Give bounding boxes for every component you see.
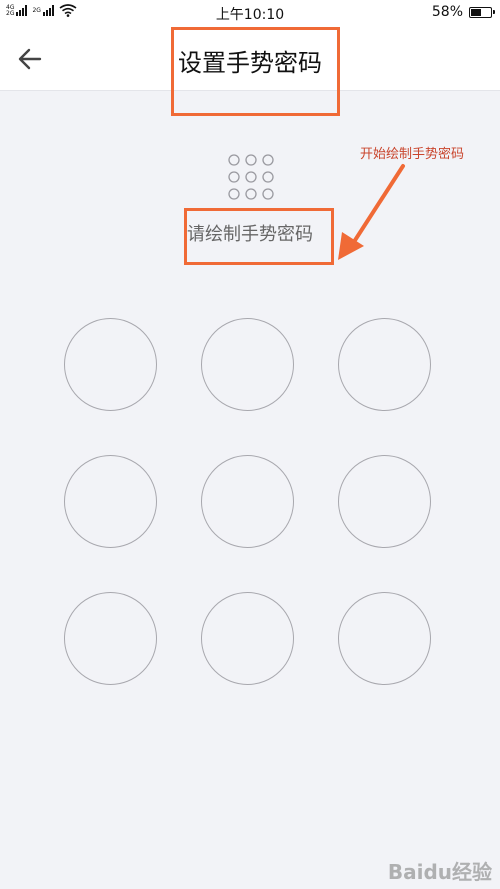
battery-group: 58%: [431, 4, 495, 20]
battery-fill: [471, 8, 482, 16]
annotation-box-title: [171, 27, 340, 116]
gesture-node[interactable]: [201, 592, 294, 685]
annotation-arrow-icon: [338, 164, 405, 260]
gesture-node[interactable]: [201, 455, 294, 548]
battery-percent: 58%: [431, 4, 463, 20]
battery-icon: [469, 6, 495, 18]
gesture-node[interactable]: [338, 592, 431, 685]
gesture-node[interactable]: [201, 318, 294, 411]
watermark: Baidu经验: [387, 860, 492, 884]
annotation-box-hint: [184, 208, 334, 265]
gesture-node[interactable]: [64, 455, 157, 548]
status-time: 上午10:10: [215, 7, 285, 23]
status-bar: 4G 2G 2G 上午10:10 58%: [0, 0, 500, 27]
gesture-node[interactable]: [64, 318, 157, 411]
gesture-node[interactable]: [338, 318, 431, 411]
pattern-preview-icon: [228, 154, 274, 200]
gesture-node[interactable]: [338, 455, 431, 548]
gesture-node[interactable]: [64, 592, 157, 685]
gesture-grid[interactable]: [64, 318, 436, 690]
